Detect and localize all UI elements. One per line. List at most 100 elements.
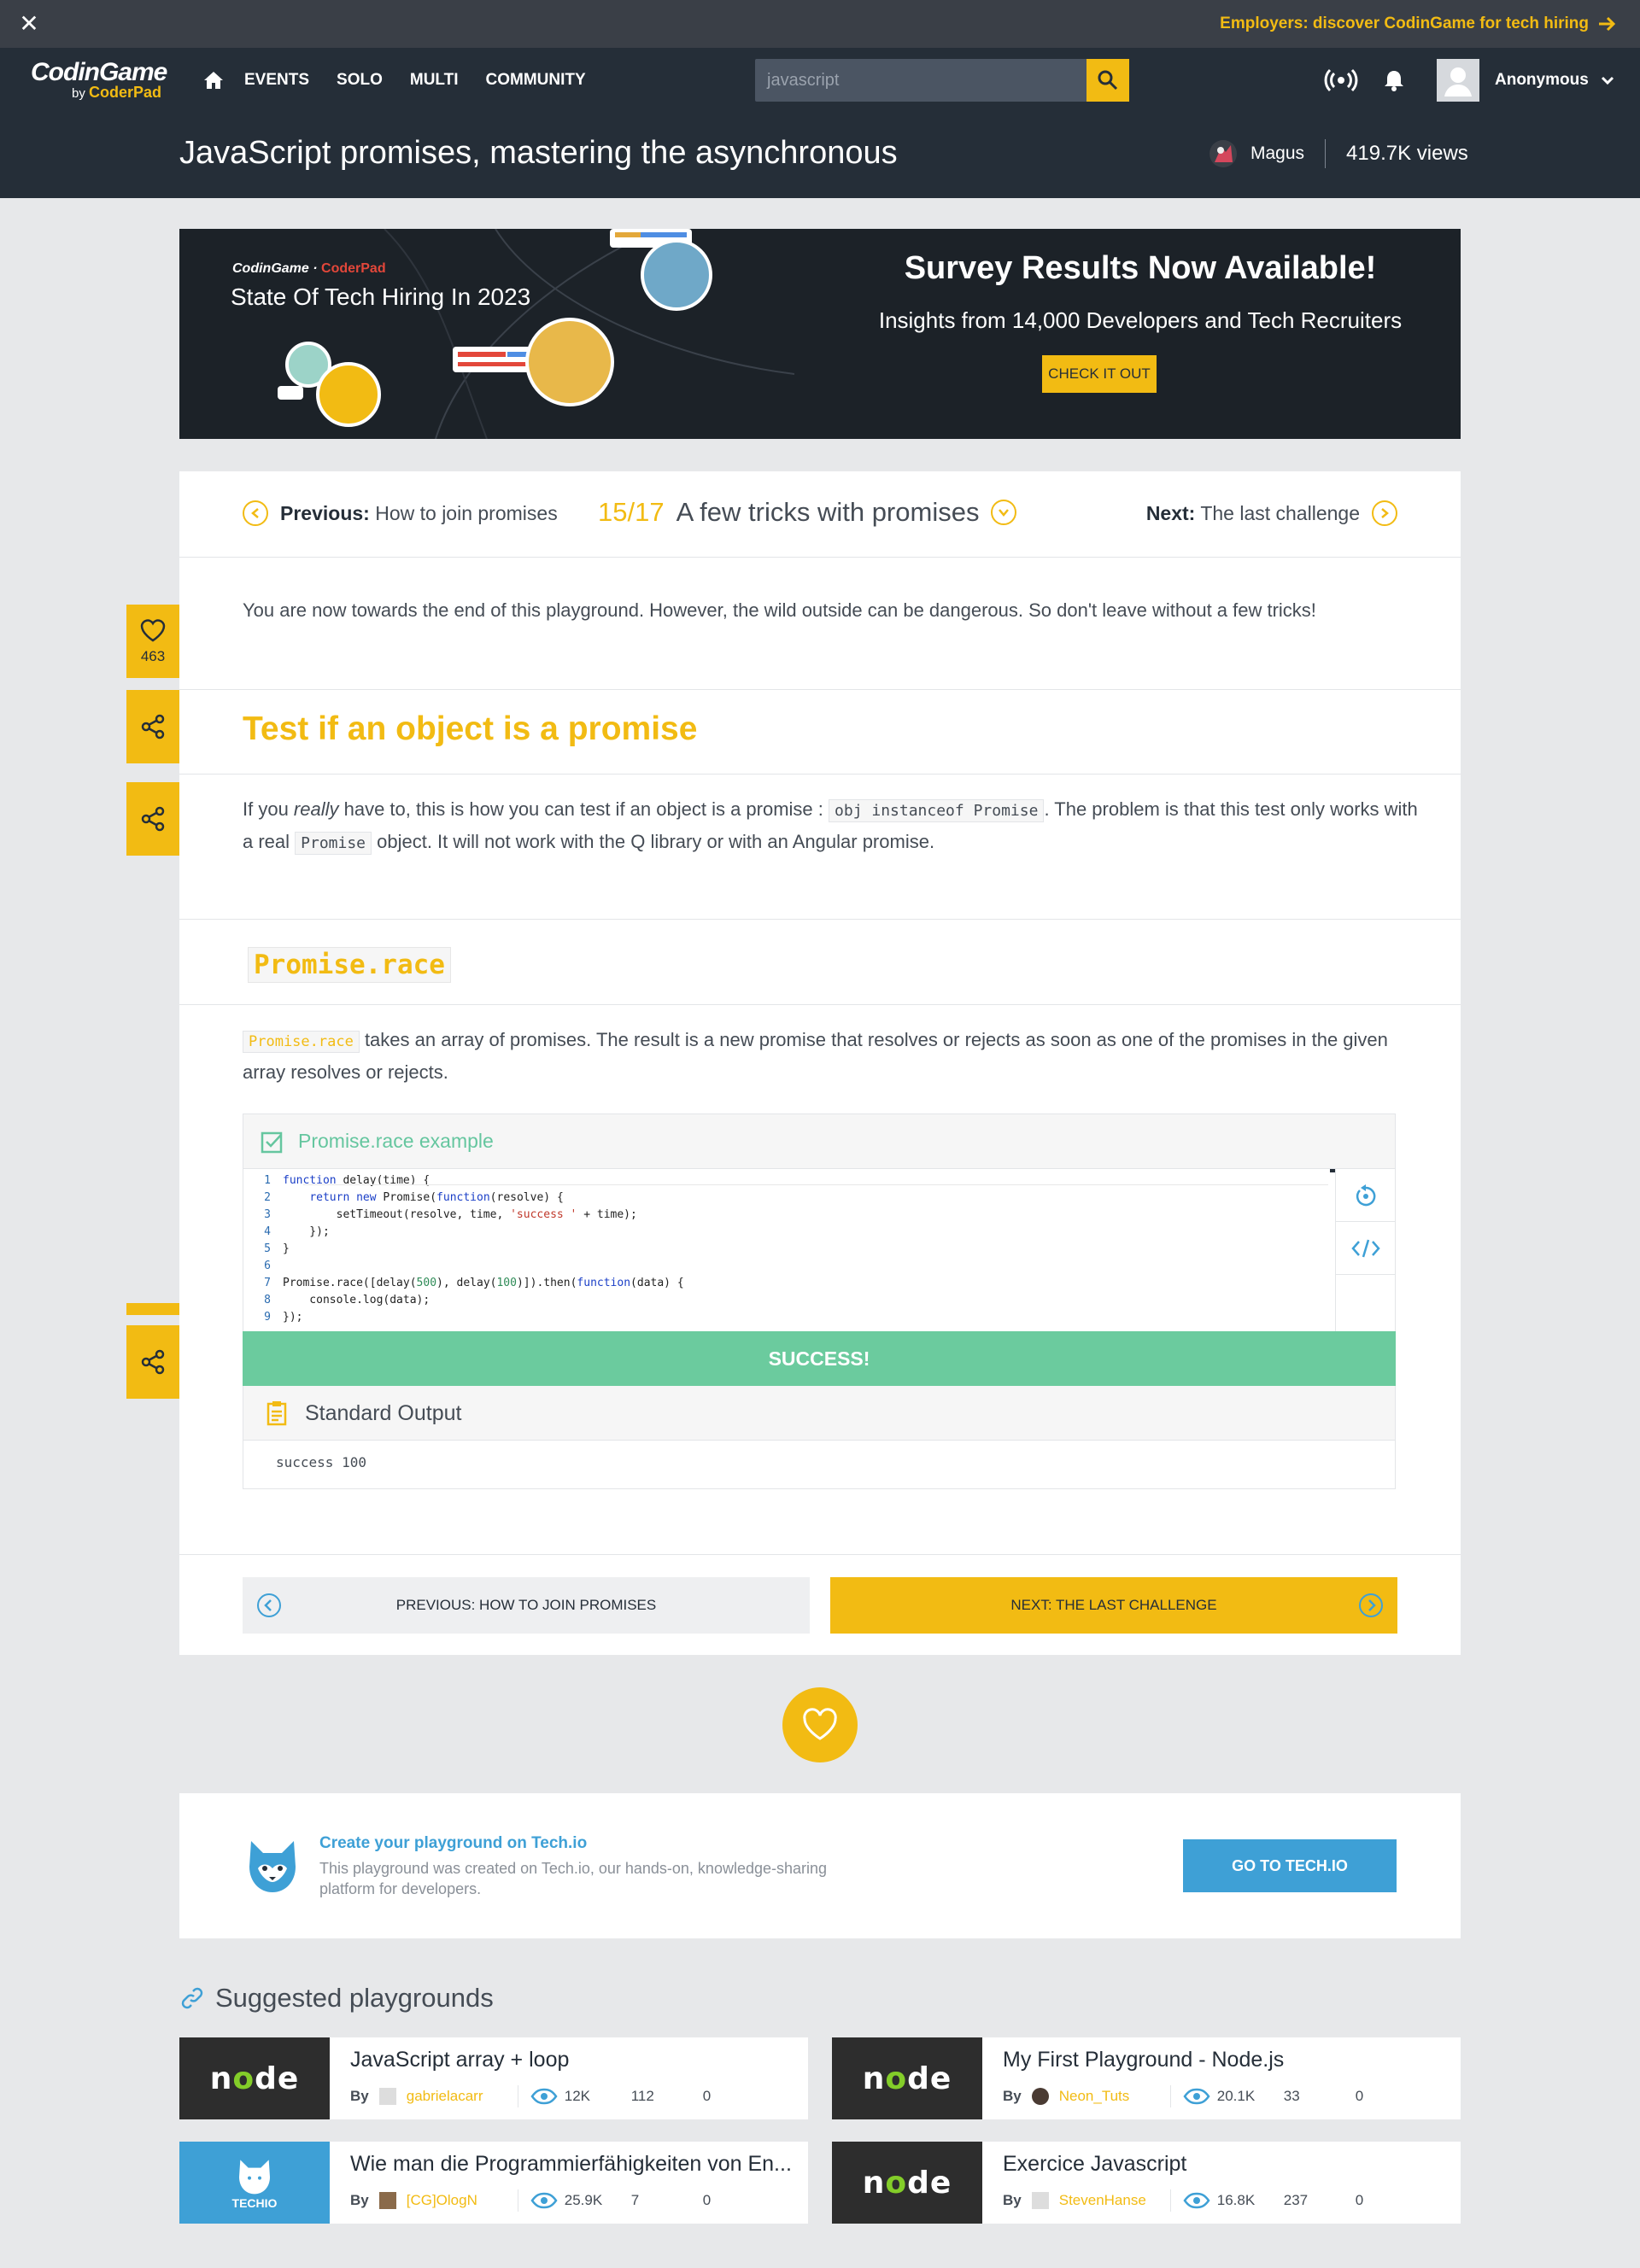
techio-thumbnail-label: TECHIO	[231, 2196, 278, 2210]
code-text: function delay(time) {	[283, 1174, 430, 1187]
close-icon[interactable]: ✕	[17, 12, 41, 36]
next-lesson-button[interactable]: NEXT: THE LAST CHALLENGE	[830, 1577, 1397, 1634]
playground-title[interactable]: My First Playground - Node.js	[1003, 2048, 1447, 2072]
playground-title[interactable]: JavaScript array + loop	[350, 2048, 794, 2072]
techio-fox-logo	[243, 1834, 302, 1896]
share-side-button[interactable]	[126, 690, 179, 763]
survey-banner[interactable]: CodinGame · CoderPad State Of Tech Hirin…	[179, 229, 1461, 439]
playground-author[interactable]: gabrielacarr	[407, 2088, 518, 2105]
bell-icon[interactable]	[1382, 68, 1406, 92]
like-button[interactable]	[782, 1687, 858, 1762]
code-text: Promise.race([delay(500), delay(100)]).t…	[283, 1277, 684, 1289]
current-lesson-selector[interactable]: 15/17 A few tricks with promises	[598, 497, 1017, 528]
banner-subtitle: State Of Tech Hiring In 2023	[231, 284, 531, 310]
suggested-heading: Suggested playgrounds	[179, 1983, 494, 2014]
playground-author[interactable]: [CG]OlogN	[407, 2192, 518, 2209]
search-button[interactable]	[1086, 59, 1129, 102]
playground-title[interactable]: Exercice Javascript	[1003, 2152, 1447, 2177]
divider	[1169, 2189, 1171, 2212]
playground-card[interactable]: node My First Playground - Node.js By Ne…	[832, 2037, 1461, 2119]
divider	[1325, 139, 1327, 168]
code-text: console.log(data);	[283, 1294, 430, 1306]
previous-lesson-button[interactable]: PREVIOUS: HOW TO JOIN PROMISES	[243, 1577, 810, 1634]
nav-events[interactable]: EVENTS	[244, 71, 309, 90]
code-runner: Promise.race example 1 function delay(tim…	[243, 1114, 1396, 1489]
code-line: 9});	[243, 1309, 684, 1326]
share-icon	[141, 714, 165, 739]
divider	[1169, 2085, 1171, 2107]
playground-views: 20.1K	[1183, 2088, 1284, 2105]
user-avatar[interactable]	[1437, 59, 1479, 102]
author-avatar[interactable]	[1208, 138, 1239, 169]
side-marker	[126, 1303, 179, 1315]
line-number: 6	[264, 1260, 271, 1272]
page-title: JavaScript promises, mastering the async…	[179, 135, 898, 171]
code-text: }	[283, 1242, 290, 1255]
nav-solo[interactable]: SOLO	[337, 71, 383, 90]
banner-headline: Survey Results Now Available!	[904, 250, 1377, 286]
playground-card[interactable]: node JavaScript array + loop By gabriela…	[179, 2037, 808, 2119]
section-title: Promise.race	[248, 947, 451, 983]
playground-views: 12K	[530, 2088, 631, 2105]
line-number: 5	[264, 1242, 271, 1255]
code-runner-header: Promise.race example	[243, 1114, 1395, 1169]
playground-card[interactable]: node Exercice Javascript By StevenHanse …	[832, 2142, 1461, 2224]
eye-icon	[1183, 2088, 1210, 2105]
chevron-right-icon	[1372, 500, 1397, 526]
search-input[interactable]: javascript	[755, 59, 1086, 102]
code-line: 1 function delay(time) {	[243, 1172, 684, 1190]
techio-title[interactable]: Create your playground on Tech.io	[319, 1834, 587, 1853]
user-menu[interactable]: Anonymous	[1495, 48, 1614, 113]
banner-insight: Insights from 14,000 Developers and Tech…	[878, 307, 1403, 333]
main-nav: CodinGame by CoderPad EVENTS SOLO MULTI …	[0, 48, 1640, 113]
code-line: 7 Promise.race([delay(500), delay(100)]).…	[243, 1275, 684, 1292]
bottom-navigation: PREVIOUS: HOW TO JOIN PROMISES NEXT: THE…	[179, 1554, 1461, 1655]
code-line: 3 setTimeout(resolve, time, 'success ' +…	[243, 1207, 684, 1224]
author-name[interactable]: Magus	[1250, 143, 1304, 164]
next-label: Next:	[1145, 501, 1196, 524]
previous-lesson-link[interactable]: Previous: How to join promises	[243, 500, 558, 526]
playground-author[interactable]: StevenHanse	[1059, 2192, 1170, 2209]
next-lesson-link[interactable]: Next: The last challenge	[1146, 500, 1397, 526]
line-number: 1	[264, 1174, 271, 1187]
playground-comments: 0	[1355, 2192, 1364, 2208]
nodejs-thumbnail: node	[832, 2142, 982, 2224]
code-line: 6	[243, 1258, 684, 1275]
embed-code-button[interactable]	[1336, 1222, 1396, 1275]
output-header: Standard Output	[243, 1386, 1395, 1441]
go-to-techio-button[interactable]: GO TO TECH.IO	[1183, 1839, 1397, 1892]
nav-multi[interactable]: MULTI	[410, 71, 459, 90]
home-icon[interactable]	[202, 68, 226, 92]
code-editor[interactable]: 1 function delay(time) {2 return new Prom…	[243, 1169, 1335, 1331]
like-side-button[interactable]: 463	[126, 605, 179, 678]
nav-community[interactable]: COMMUNITY	[486, 71, 586, 90]
previous-lesson-label: PREVIOUS: HOW TO JOIN PROMISES	[395, 1597, 657, 1613]
previous-label: Previous:	[280, 501, 370, 524]
next-lesson-label: NEXT: THE LAST CHALLENGE	[1010, 1597, 1217, 1613]
playground-card[interactable]: TECHIO Wie man die Programmierfähigkeite…	[179, 2142, 808, 2224]
lesson-index: 15/17	[598, 497, 665, 527]
code-line: 5}	[243, 1241, 684, 1258]
codingame-logo[interactable]: CodinGame by CoderPad	[31, 58, 176, 104]
live-broadcast-icon[interactable]	[1324, 67, 1358, 94]
chevron-right-icon	[1358, 1593, 1384, 1618]
code-tools	[1335, 1169, 1396, 1331]
line-number: 9	[264, 1311, 271, 1324]
techio-promo: Create your playground on Tech.io This p…	[179, 1793, 1461, 1938]
heart-icon	[140, 619, 166, 642]
nodejs-thumbnail: node	[832, 2037, 982, 2119]
author-avatar	[378, 2088, 396, 2105]
employers-link[interactable]: Employers: discover CodinGame for tech h…	[1220, 12, 1616, 36]
playground-title[interactable]: Wie man die Programmierfähigkeiten von E…	[350, 2152, 794, 2177]
share-side-button[interactable]	[126, 782, 179, 856]
by-label: By	[1003, 2088, 1022, 2104]
check-it-out-button[interactable]: CHECK IT OUT	[1042, 355, 1157, 393]
banner-portrait	[525, 318, 614, 406]
standard-output: success 100	[276, 1454, 366, 1470]
employers-link-text: Employers: discover CodinGame for tech h…	[1220, 15, 1589, 32]
banner-brand: CodinGame · CoderPad	[232, 261, 386, 276]
playground-author[interactable]: Neon_Tuts	[1059, 2088, 1170, 2105]
share-side-button[interactable]	[126, 1325, 179, 1399]
reset-code-button[interactable]	[1336, 1169, 1396, 1222]
playground-meta: By StevenHanse 16.8K 237 0	[1003, 2188, 1381, 2213]
